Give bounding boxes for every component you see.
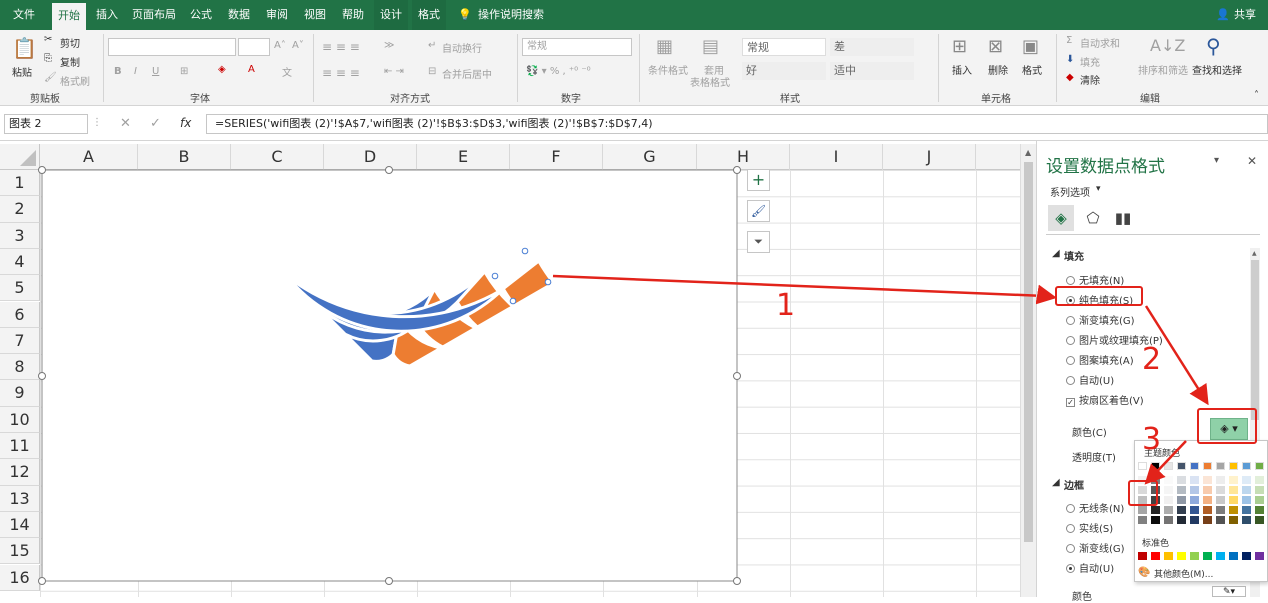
annotation-number-3: 3 xyxy=(1142,422,1162,457)
collapse-ribbon-icon[interactable]: ˄ xyxy=(1254,90,1259,101)
group-separator xyxy=(1056,34,1057,102)
clear-button[interactable]: 清除 xyxy=(1080,72,1100,87)
search-icon: ⚲ xyxy=(1206,34,1221,58)
share-button[interactable]: 共享 xyxy=(1230,0,1260,30)
chart-styles-brush-icon[interactable]: 🖌 xyxy=(747,200,770,222)
chart-area[interactable] xyxy=(41,169,738,582)
sort-filter-icon: A↓Z xyxy=(1150,36,1186,55)
chart-elements-button[interactable]: + xyxy=(747,169,770,191)
fill-icon: ⬇ xyxy=(1066,54,1075,65)
annotation-arrow-1-head xyxy=(1036,284,1057,305)
find-select-button[interactable]: 查找和选择 xyxy=(1192,62,1242,77)
chart-filter-icon[interactable]: ⏷ xyxy=(747,231,770,253)
annotation-number-1: 1 xyxy=(776,288,796,323)
eraser-icon: ◆ xyxy=(1066,72,1074,83)
fill-button[interactable]: 填充 xyxy=(1080,54,1100,69)
autosum-icon: Σ xyxy=(1066,35,1073,46)
chart-overlay xyxy=(38,166,1036,585)
sort-filter-button[interactable]: 排序和筛选 xyxy=(1138,62,1188,77)
editing-group-label: 编辑 xyxy=(1140,94,1160,105)
autosum-button[interactable]: 自动求和 xyxy=(1080,35,1120,50)
user-icon: 👤 xyxy=(1216,8,1230,21)
annotation-number-2: 2 xyxy=(1142,342,1162,377)
